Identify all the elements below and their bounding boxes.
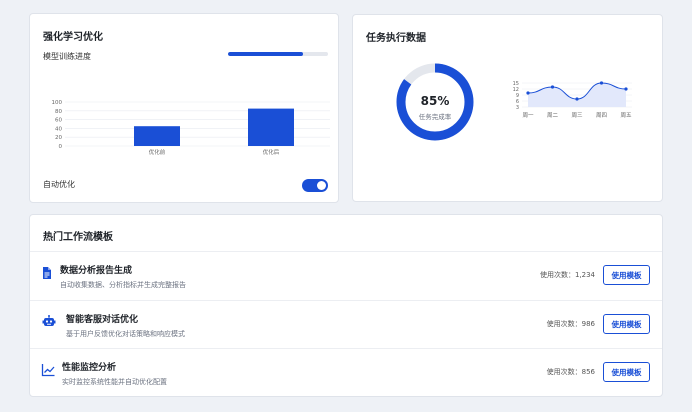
area-point xyxy=(575,97,579,101)
auto-optimize-toggle[interactable] xyxy=(302,179,328,192)
area-point xyxy=(599,81,604,85)
area-y-tick-label: 15 xyxy=(513,81,519,87)
bar-y-tick-label: 20 xyxy=(55,135,62,141)
template-row: 数据分析报告生成 自动收集数据、分析指标并生成完整报告 使用次数：1,234 使… xyxy=(30,252,662,300)
template-desc: 自动收集数据、分析指标并生成完整报告 xyxy=(60,281,186,289)
template-name: 数据分析报告生成 xyxy=(60,266,133,276)
training-progress-bar xyxy=(228,52,328,56)
template-desc: 基于用户反馈优化对话策略和响应模式 xyxy=(66,330,185,338)
task-execution-card: 任务执行数据 85% 任务完成率 3 6 9 12 15 周一 周二 周三 周四 周五 xyxy=(352,14,663,202)
donut-caption: 任务完成率 xyxy=(419,112,452,121)
bar-y-tick-label: 100 xyxy=(52,100,63,106)
use-template-button[interactable]: 使用模板 xyxy=(603,362,650,382)
task-card-title: 任务执行数据 xyxy=(366,33,426,44)
template-desc: 实时监控系统性能并自动优化配置 xyxy=(62,378,167,386)
area-x-tick-label: 周四 xyxy=(596,112,607,119)
bar-x-tick-label: 优化后 xyxy=(263,148,280,156)
use-template-button[interactable]: 使用模板 xyxy=(603,314,650,334)
template-name: 性能监控分析 xyxy=(62,363,117,373)
bar xyxy=(134,126,180,146)
area-x-tick-label: 周一 xyxy=(522,112,534,119)
line-chart-icon xyxy=(41,364,55,377)
area-point xyxy=(624,87,628,91)
bar-y-tick-label: 80 xyxy=(55,109,62,115)
donut-value: 85% xyxy=(421,94,450,108)
area-point xyxy=(526,91,530,95)
auto-optimize-label: 自动优化 xyxy=(43,180,75,189)
area-y-tick-label: 9 xyxy=(516,93,519,99)
template-usage-count: 使用次数：856 xyxy=(546,368,595,376)
completion-donut-chart: 85% 任务完成率 xyxy=(396,63,474,141)
document-icon xyxy=(43,267,51,279)
area-x-tick-label: 周二 xyxy=(547,112,559,119)
area-y-tick-label: 12 xyxy=(513,87,519,93)
robot-icon xyxy=(42,315,56,326)
bar-y-tick-label: 60 xyxy=(55,118,62,124)
template-usage-count: 使用次数：1,234 xyxy=(539,271,595,279)
template-usage-count: 使用次数：986 xyxy=(546,320,595,328)
template-name: 智能客服对话优化 xyxy=(66,315,139,325)
use-template-button[interactable]: 使用模板 xyxy=(603,265,650,285)
rl-card-title: 强化学习优化 xyxy=(43,32,103,43)
template-row: 智能客服对话优化 基于用户反馈优化对话策略和响应模式 使用次数：986 使用模板 xyxy=(30,300,662,348)
area-point xyxy=(550,85,555,89)
template-row: 性能监控分析 实时监控系统性能并自动优化配置 使用次数：856 使用模板 xyxy=(30,348,662,396)
toggle-knob xyxy=(317,181,326,190)
rl-optimization-card: 强化学习优化 模型训练进度 0 20 40 60 80 100 优化前 优化后 自动优化 xyxy=(29,13,339,203)
area-y-tick-label: 3 xyxy=(516,105,519,111)
bar-y-tick-label: 0 xyxy=(59,144,63,150)
area-x-tick-label: 周五 xyxy=(620,112,632,119)
bar-x-tick-label: 优化前 xyxy=(149,148,166,156)
training-progress-label: 模型训练进度 xyxy=(43,52,91,61)
bar-y-tick-label: 40 xyxy=(55,126,62,132)
optimization-bar-chart: 0 20 40 60 80 100 优化前 优化后 xyxy=(52,100,330,156)
workflow-template-card: 热门工作流模板 数据分析报告生成 自动收集数据、分析指标并生成完整报告 使用次数… xyxy=(29,214,663,397)
bar xyxy=(248,108,294,146)
training-progress-fill xyxy=(228,52,303,56)
area-y-tick-label: 6 xyxy=(516,99,519,105)
weekly-area-chart: 3691215 周一 周二 周三 周四 周五 xyxy=(513,81,632,119)
template-card-title: 热门工作流模板 xyxy=(43,232,113,243)
area-x-tick-label: 周三 xyxy=(571,112,583,119)
